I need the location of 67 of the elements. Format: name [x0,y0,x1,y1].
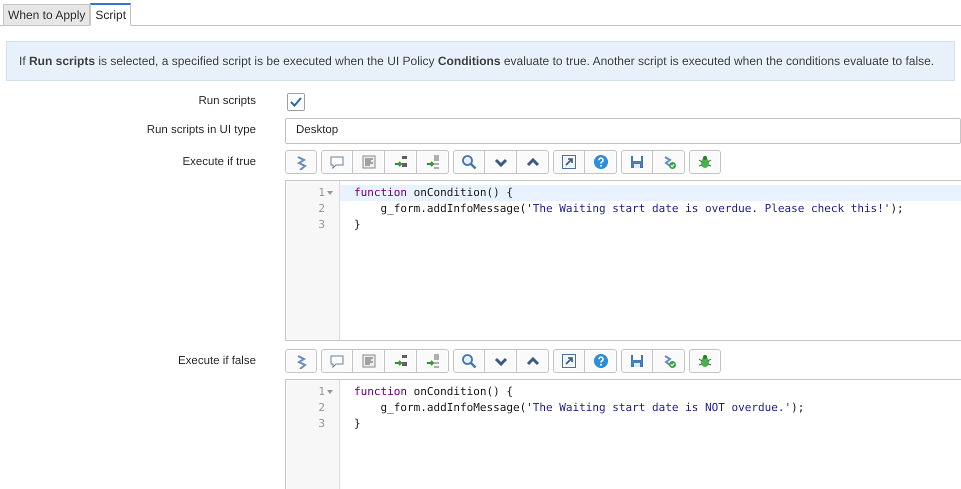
save-icon [629,154,645,170]
line-number: 2 [318,400,325,416]
fold-caret-icon[interactable] [327,390,333,394]
code-line: function onCondition() { [354,384,513,400]
bug-button[interactable] [689,150,721,174]
search-button[interactable] [453,349,485,373]
chevron-down-button[interactable] [485,349,517,373]
chevron-up-button[interactable] [517,349,549,373]
expand-icon [561,353,577,369]
save-button[interactable] [621,150,653,174]
format-script-button[interactable] [285,150,317,174]
replace-icon [392,154,408,170]
comment-button[interactable] [321,150,353,174]
bug-icon [697,154,713,170]
replace-icon [392,353,408,369]
comment-icon [329,353,345,369]
field-label: Execute if true [181,155,256,170]
code-line: g_form.addInfoMessage('The Waiting start date is NOT overdue.'); [379,400,804,416]
help-button[interactable] [585,150,617,174]
text-field[interactable]: Desktop [285,118,961,144]
help-icon [592,353,608,369]
replace-button[interactable] [385,150,417,174]
check-script-button[interactable] [653,349,685,373]
align-icon [360,353,376,369]
field-label: Run scripts [197,94,256,109]
code-line: function onCondition() { [354,184,513,201]
replace-all-icon [424,353,440,369]
search-icon [461,154,477,170]
chevron-up-button[interactable] [517,150,549,174]
comment-icon [329,154,345,170]
line-number: 3 [318,416,325,432]
replace-all-button[interactable] [417,349,449,373]
chevron-down-button[interactable] [485,150,517,174]
bug-icon [697,353,713,369]
save-button[interactable] [621,349,653,373]
align-icon [360,154,376,170]
code-line: } [354,416,361,432]
align-button[interactable] [353,349,385,373]
field-label: Run scripts in UI type [146,123,256,138]
comment-button[interactable] [321,349,353,373]
help-icon [592,154,608,170]
replace-all-button[interactable] [417,150,449,174]
expand-button[interactable] [553,150,585,174]
code-line: g_form.addInfoMessage('The Waiting start date is overdue. Please check this!'); [379,200,904,217]
search-icon [461,353,477,369]
search-button[interactable] [453,150,485,174]
line-number: 1 [318,184,325,201]
tab[interactable]: Script [90,3,132,26]
field-label: Execute if false [177,354,256,369]
checkbox[interactable] [287,92,305,110]
save-icon [629,353,645,369]
line-number: 1 [318,384,325,400]
help-button[interactable] [585,349,617,373]
line-number: 3 [318,216,325,233]
expand-icon [561,154,577,170]
expand-button[interactable] [553,349,585,373]
format-script-button[interactable] [285,349,317,373]
replace-button[interactable] [385,349,417,373]
fold-caret-icon[interactable] [327,191,333,195]
line-number: 2 [318,200,325,217]
replace-all-icon [424,154,440,170]
code-line: } [354,216,361,233]
check-script-button[interactable] [653,150,685,174]
bug-button[interactable] [689,349,721,373]
tab[interactable]: When to Apply [3,4,90,25]
info-message: If Run scripts is selected, a specified script is be executed when the UI Policy Conditions evaluate to true. Another script is executed when the conditions evaluate to false. [6,41,955,81]
align-button[interactable] [353,150,385,174]
